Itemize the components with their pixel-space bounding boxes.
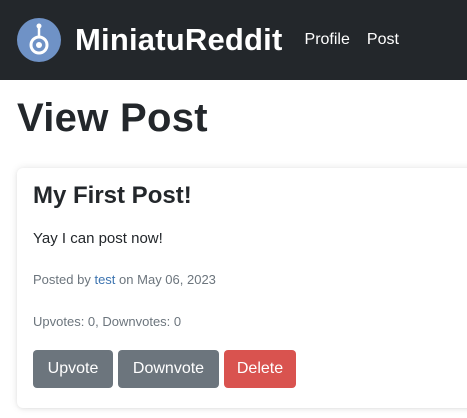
- date-prefix: on: [119, 272, 134, 287]
- delete-button[interactable]: Delete: [224, 350, 296, 388]
- brand-name: MiniatuReddit: [75, 22, 283, 57]
- post-title: My First Post!: [33, 182, 192, 209]
- nav-link-profile[interactable]: Profile: [305, 31, 350, 49]
- posted-by-label: Posted by: [33, 272, 91, 287]
- nav-link-post[interactable]: Post: [367, 31, 399, 49]
- top-navbar: MiniatuReddit Profile Post: [0, 0, 467, 80]
- logo-icon: [17, 18, 61, 62]
- post-actions: Upvote Downvote Delete: [33, 350, 301, 388]
- vote-counts: Upvotes: 0, Downvotes: 0: [33, 314, 182, 329]
- downvote-button[interactable]: Downvote: [118, 350, 219, 388]
- upvote-button[interactable]: Upvote: [33, 350, 113, 388]
- post-card: My First Post! Yay I can post now! Poste…: [17, 168, 467, 408]
- post-meta: Posted by test on May 06, 2023: [33, 272, 216, 287]
- post-body: Yay I can post now!: [33, 230, 163, 247]
- author-link[interactable]: test: [94, 272, 115, 287]
- page-title: View Post: [17, 96, 208, 140]
- post-date: May 06, 2023: [137, 272, 216, 287]
- brand-link[interactable]: MiniatuReddit: [17, 18, 283, 62]
